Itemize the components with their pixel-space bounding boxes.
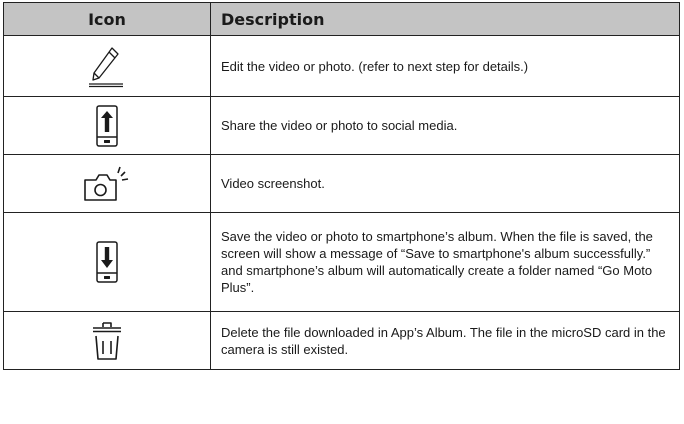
icon-cell xyxy=(3,212,211,312)
table-row: Edit the video or photo. (refer to next … xyxy=(3,35,680,97)
trash-icon xyxy=(93,321,121,360)
icon-cell xyxy=(3,35,211,97)
pencil-edit-icon xyxy=(89,47,123,88)
phone-share-icon xyxy=(96,104,118,147)
table-row: Delete the file downloaded in App’s Albu… xyxy=(3,311,680,370)
table-row: Video screenshot. xyxy=(3,154,680,213)
description-cell: Save the video or photo to smartphone’s … xyxy=(210,212,680,312)
icon-cell xyxy=(3,154,211,213)
table-row: Share the video or photo to social media… xyxy=(3,96,680,155)
description-cell: Share the video or photo to social media… xyxy=(210,96,680,155)
description-column-header: Description xyxy=(210,2,680,36)
description-cell: Edit the video or photo. (refer to next … xyxy=(210,35,680,97)
icon-column-header: Icon xyxy=(3,2,211,36)
table-header-row: Icon Description xyxy=(3,2,680,36)
icon-description-table: Icon Description Edit the video or photo… xyxy=(3,2,680,370)
table-row: Save the video or photo to smartphone’s … xyxy=(3,212,680,312)
phone-save-icon xyxy=(96,241,118,283)
icon-cell xyxy=(3,96,211,155)
description-cell: Delete the file downloaded in App’s Albu… xyxy=(210,311,680,370)
icon-cell xyxy=(3,311,211,370)
description-cell: Video screenshot. xyxy=(210,154,680,213)
camera-screenshot-icon xyxy=(84,166,129,201)
